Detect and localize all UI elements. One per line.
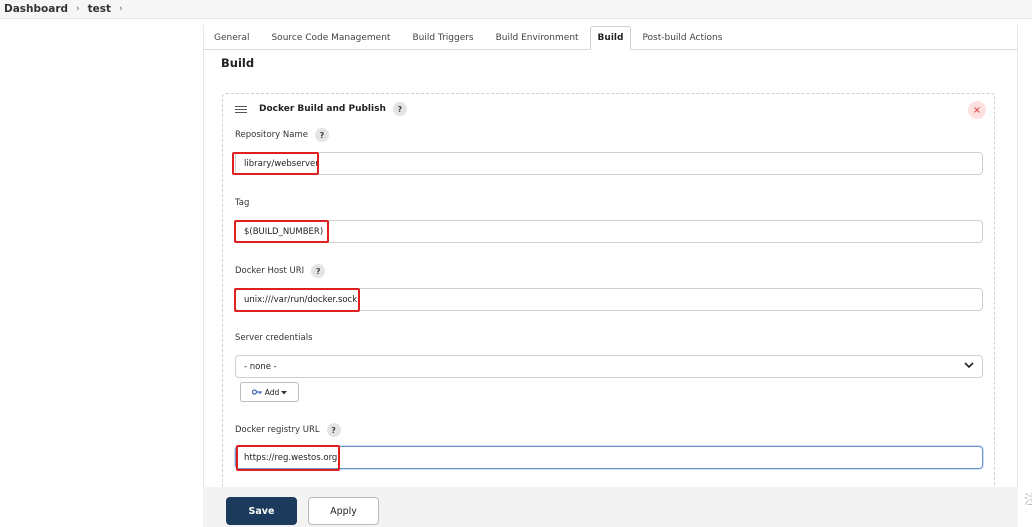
apply-button[interactable]: Apply [308,497,379,525]
remove-step-button[interactable]: × [968,101,986,119]
docker-host-uri-input[interactable]: unix:///var/run/docker.sock [235,288,983,311]
edge-glyph: 注 [1024,493,1032,508]
help-icon[interactable]: ? [392,102,407,116]
save-button[interactable]: Save [226,497,297,525]
add-credentials-label: Add [264,387,280,397]
server-credentials-label-text: Server credentials [235,333,313,343]
tab-build-triggers[interactable]: Build Triggers [401,27,484,49]
tab-source-code-management[interactable]: Source Code Management [260,27,401,49]
docker-host-uri-value: unix:///var/run/docker.sock [244,294,358,305]
breadcrumb-separator[interactable]: › [76,4,80,14]
repository-name-label-text: Repository Name [235,130,308,140]
docker-registry-url-input[interactable]: https://reg.westos.org [235,446,983,469]
docker-registry-url-label-text: Docker registry URL [235,425,320,435]
add-credentials-button[interactable]: Add [240,382,299,402]
breadcrumb-separator[interactable]: › [119,4,123,14]
content-right-border [1017,25,1018,490]
docker-registry-url-value: https://reg.westos.org [244,452,338,463]
build-step-header: Docker Build and Publish ? [235,102,407,116]
help-icon[interactable]: ? [311,264,326,278]
breadcrumb-test[interactable]: test [88,3,111,15]
server-credentials-value: - none - [244,361,277,372]
config-tabs: General Source Code Management Build Tri… [203,25,1018,50]
docker-host-uri-label-text: Docker Host URI [235,266,305,276]
breadcrumb-dashboard[interactable]: Dashboard [4,3,68,15]
help-icon[interactable]: ? [326,423,341,437]
build-step-title: Docker Build and Publish [259,104,386,114]
repository-name-input[interactable]: library/webserver [235,152,983,175]
tab-build[interactable]: Build [589,26,632,50]
tag-value: $(BUILD_NUMBER) [244,226,324,237]
tab-build-environment[interactable]: Build Environment [485,27,590,49]
tag-input[interactable]: $(BUILD_NUMBER) [235,220,983,243]
repository-name-label: Repository Name ? [235,128,329,142]
tag-label-text: Tag [235,198,250,208]
docker-host-uri-label: Docker Host URI ? [235,264,326,278]
key-icon [251,388,263,397]
drag-handle-icon[interactable] [235,104,247,115]
caret-down-icon [281,388,288,397]
tab-general[interactable]: General [203,27,260,49]
tab-post-build-actions[interactable]: Post-build Actions [631,27,733,49]
tag-label: Tag [235,198,249,208]
content-left-border [203,25,204,527]
docker-registry-url-label: Docker registry URL ? [235,423,341,437]
section-title: Build [221,56,255,70]
help-icon[interactable]: ? [314,128,329,142]
server-credentials-select[interactable]: - none - [235,355,983,378]
breadcrumb: Dashboard › test › [0,0,1032,19]
server-credentials-label: Server credentials [235,333,313,343]
chevron-down-icon [964,361,974,372]
repository-name-value: library/webserver [244,158,319,169]
